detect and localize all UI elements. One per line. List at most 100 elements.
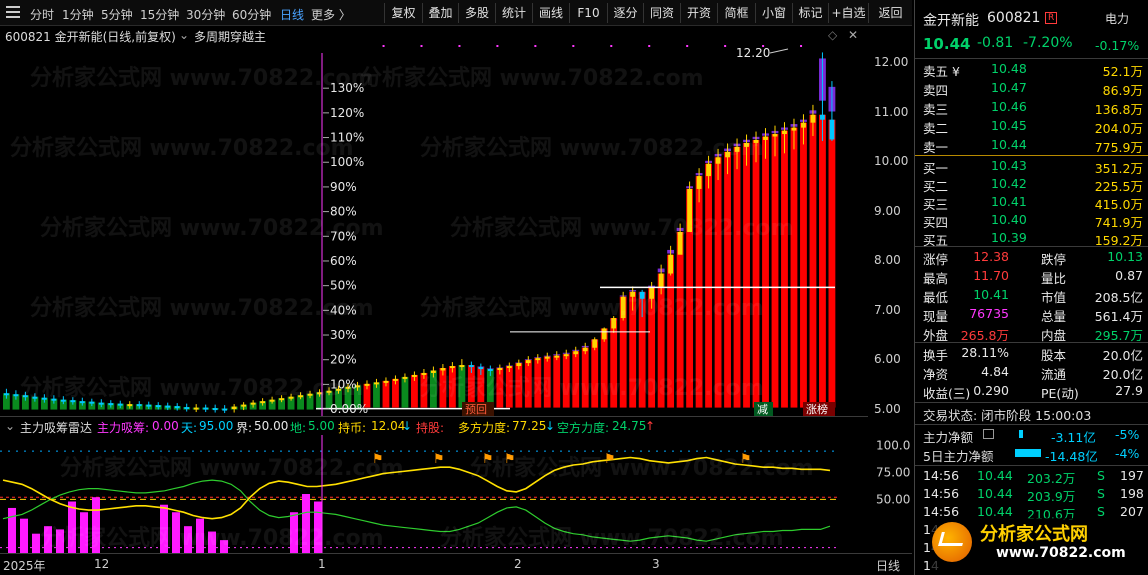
candle-body [269, 399, 275, 402]
candle-body [734, 146, 740, 152]
tick-direction: S [1097, 486, 1105, 501]
ask-price: 10.44 [991, 137, 1027, 152]
ind-label-bear: 空方力度: [557, 421, 610, 435]
volume-bar [790, 127, 798, 408]
btn-stats[interactable]: 统计 [495, 3, 532, 23]
period-fenshi[interactable]: 分时 [30, 6, 54, 23]
stat-label: 总量 [1041, 309, 1067, 324]
period-15min[interactable]: 15分钟 [140, 6, 179, 23]
accumulation-bar [56, 529, 64, 553]
bid-volume: 159.2万 [1094, 233, 1143, 248]
pct-tick-label: 90% [330, 180, 357, 194]
indicator-name[interactable]: 主力吸筹雷达 [20, 419, 92, 436]
candle-body [32, 396, 38, 399]
btn-add-watchlist[interactable]: +自选 [828, 3, 868, 23]
ask-row: 卖二 10.45 204.0万 [915, 117, 1148, 136]
candle-body [516, 363, 522, 367]
fund-row: 净资 4.84 流通 20.0亿 [915, 363, 1148, 382]
btn-mark[interactable]: 标记 [792, 3, 828, 23]
close-icon[interactable]: ✕ [848, 28, 858, 42]
period-label[interactable]: 日线 [876, 557, 900, 574]
btn-small-window[interactable]: 小窗 [755, 3, 792, 23]
ind-value-tian: 95.00 [199, 419, 234, 433]
signal-icon: ⚑ [740, 452, 752, 467]
ask-volume: 86.9万 [1102, 83, 1143, 98]
candle-body [108, 403, 114, 406]
btn-kaizi[interactable]: 开资 [680, 3, 717, 23]
btn-back[interactable]: 返回 [868, 3, 912, 23]
candle-body [592, 339, 598, 348]
candle-body [127, 404, 133, 407]
signal-icon: ⚑ [604, 452, 616, 467]
divider [915, 402, 1148, 403]
fund-label: 流通 [1041, 367, 1067, 382]
candle-body [383, 380, 389, 383]
sector-name[interactable]: 电力 [1105, 10, 1129, 27]
btn-zhufen[interactable]: 逐分 [607, 3, 643, 23]
btn-fuquan[interactable]: 复权 [384, 3, 422, 23]
candle-body [744, 142, 749, 147]
candle-body [601, 328, 607, 340]
volume-bar [724, 151, 731, 408]
volume-bar [667, 254, 675, 408]
candle-body [174, 406, 180, 409]
high-label: 12.20 [736, 46, 770, 60]
chevron-down-icon[interactable]: ⌄ [5, 419, 15, 433]
price-tick-label: 11.00 [874, 104, 909, 119]
btn-multi-stock[interactable]: 多股 [458, 3, 495, 23]
main-net-5d-row: 5日主力净额 -14.48亿 -4% [915, 445, 1148, 464]
volume-bar [695, 176, 703, 408]
period-60min[interactable]: 60分钟 [232, 6, 271, 23]
btn-tongzi[interactable]: 同资 [643, 3, 680, 23]
volume-bar [562, 354, 570, 408]
stat-value: 76735 [969, 306, 1009, 321]
arrow-down-icon: ↓ [402, 419, 413, 433]
volume-bar [524, 360, 532, 408]
candle-body [402, 376, 408, 379]
accumulation-bar [8, 507, 16, 553]
stat-value: 12.38 [973, 249, 1009, 264]
candle-body [89, 401, 95, 404]
accumulation-bar [184, 526, 192, 553]
net-flow-bar [1015, 449, 1041, 457]
candle-body [544, 356, 550, 359]
btn-jiankuang[interactable]: 简框 [717, 3, 755, 23]
chart-icon[interactable] [983, 429, 994, 439]
btn-f10[interactable]: F10 [569, 3, 607, 23]
candle-body [753, 139, 759, 143]
volume-bar [771, 134, 779, 408]
period-1min[interactable]: 1分钟 [62, 6, 94, 23]
period-more[interactable]: 更多 〉 [311, 6, 351, 23]
period-30min[interactable]: 30分钟 [186, 6, 225, 23]
candle-body [668, 254, 674, 274]
bid-row: 买三 10.41 415.0万 [915, 193, 1148, 212]
ind-label-tian: 天: [181, 421, 198, 435]
ask-price: 10.45 [991, 118, 1027, 133]
indicator-chart[interactable]: ⚑ ⚑ ⚑ ⚑ ⚑ ⚑ 100.0 75.00 50.00 [0, 435, 912, 553]
fund-value: 0.290 [973, 383, 1009, 398]
period-daily[interactable]: 日线 [280, 6, 304, 23]
diamond-icon[interactable]: ◇ [828, 28, 837, 42]
accumulation-bar [44, 526, 52, 553]
ask-price: 10.46 [991, 99, 1027, 114]
price-tick-label: 6.00 [874, 352, 901, 367]
accumulation-bar [20, 518, 28, 553]
candle-body [184, 407, 190, 410]
ask-volume: 136.8万 [1094, 102, 1143, 117]
candle-body [535, 358, 541, 361]
btn-overlay[interactable]: 叠加 [422, 3, 458, 23]
tick-price: 10.44 [977, 504, 1013, 519]
candle-body [801, 122, 806, 128]
period-5min[interactable]: 5分钟 [101, 6, 133, 23]
chevron-down-icon[interactable]: ⌄ [179, 28, 189, 42]
candle-body [706, 163, 711, 177]
btn-draw[interactable]: 画线 [532, 3, 569, 23]
tick-price: 10.44 [977, 468, 1013, 483]
price-axis: 12.00 11.00 10.00 9.00 8.00 7.00 6.00 5.00 [868, 45, 912, 415]
candlestick-chart[interactable]: 130% 120% 110% 100% 90% 80% 70% 60% 50% 40% 30% 20%… [0, 45, 868, 416]
stat-value: 561.4万 [1094, 309, 1143, 324]
ask-price: 10.48 [991, 61, 1027, 76]
top-marker [572, 45, 575, 47]
indicator-title[interactable]: 多周期穿越主 [194, 28, 266, 45]
stock-title: 600821 金开新能(日线,前复权) [5, 30, 176, 44]
